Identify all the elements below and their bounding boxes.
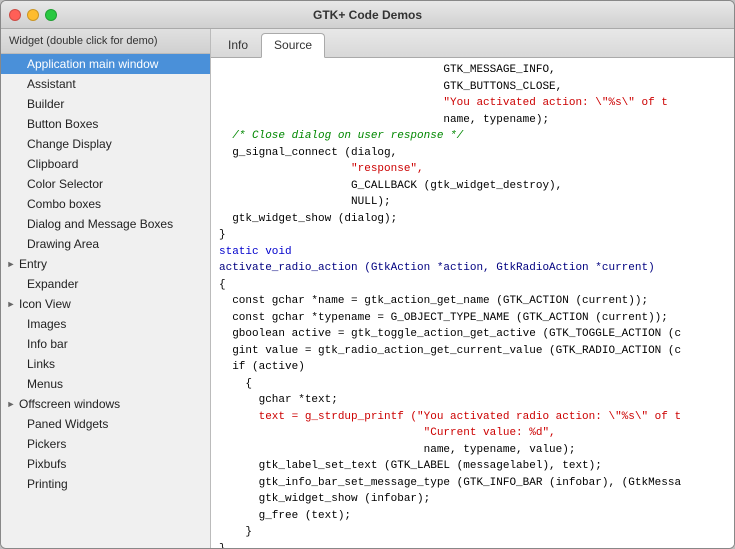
sidebar-item[interactable]: Change Display — [1, 134, 210, 154]
code-line: static void — [219, 244, 726, 261]
code-line: } — [219, 524, 726, 541]
sidebar-item[interactable]: ►Entry — [1, 254, 210, 274]
main-window: GTK+ Code Demos Widget (double click for… — [0, 0, 735, 549]
sidebar-item-label: Menus — [27, 377, 63, 391]
code-line: gchar *text; — [219, 392, 726, 409]
code-line: const gchar *name = gtk_action_get_name … — [219, 293, 726, 310]
code-line: NULL); — [219, 194, 726, 211]
sidebar-item[interactable]: Printing — [1, 474, 210, 494]
sidebar-item[interactable]: Menus — [1, 374, 210, 394]
code-line: g_free (text); — [219, 508, 726, 525]
sidebar-item[interactable]: ►Icon View — [1, 294, 210, 314]
sidebar-item-label: Application main window — [27, 57, 158, 71]
sidebar-item-label: Entry — [19, 257, 47, 271]
sidebar-item[interactable]: Images — [1, 314, 210, 334]
code-line: "Current value: %d", — [219, 425, 726, 442]
code-line: { — [219, 277, 726, 294]
sidebar-item[interactable]: Builder — [1, 94, 210, 114]
sidebar-list[interactable]: Application main window Assistant Builder B… — [1, 54, 210, 548]
sidebar-item-label: Expander — [27, 277, 78, 291]
sidebar-item[interactable]: Assistant — [1, 74, 210, 94]
maximize-button[interactable] — [45, 9, 57, 21]
sidebar-item-label: Assistant — [27, 77, 76, 91]
sidebar-item[interactable]: ►Offscreen windows — [1, 394, 210, 414]
sidebar-item[interactable]: Color Selector — [1, 174, 210, 194]
sidebar-item-label: Builder — [27, 97, 64, 111]
code-line: gtk_info_bar_set_message_type (GTK_INFO_… — [219, 475, 726, 492]
sidebar-item[interactable]: Dialog and Message Boxes — [1, 214, 210, 234]
content-area: Widget (double click for demo) Applicati… — [1, 29, 734, 548]
minimize-button[interactable] — [27, 9, 39, 21]
code-line: "response", — [219, 161, 726, 178]
triangle-icon: ► — [5, 298, 17, 310]
triangle-icon: ► — [5, 258, 17, 270]
triangle-icon: ► — [5, 398, 17, 410]
code-line: activate_radio_action (GtkAction *action… — [219, 260, 726, 277]
sidebar-item[interactable]: Combo boxes — [1, 194, 210, 214]
code-line: gint value = gtk_radio_action_get_curren… — [219, 343, 726, 360]
code-line: gtk_widget_show (infobar); — [219, 491, 726, 508]
sidebar-item-label: Printing — [27, 477, 68, 491]
sidebar-item-label: Offscreen windows — [19, 397, 120, 411]
code-line: if (active) — [219, 359, 726, 376]
sidebar: Widget (double click for demo) Applicati… — [1, 29, 211, 548]
sidebar-item-label: Clipboard — [27, 157, 78, 171]
sidebar-item-label: Pickers — [27, 437, 66, 451]
sidebar-item[interactable]: Clipboard — [1, 154, 210, 174]
tab-info[interactable]: Info — [215, 33, 261, 57]
code-line: G_CALLBACK (gtk_widget_destroy), — [219, 178, 726, 195]
code-line: GTK_BUTTONS_CLOSE, — [219, 79, 726, 96]
sidebar-item-label: Drawing Area — [27, 237, 99, 251]
tab-source[interactable]: Source — [261, 33, 325, 58]
sidebar-item[interactable]: Application main window — [1, 54, 210, 74]
sidebar-header: Widget (double click for demo) — [1, 29, 210, 54]
code-line: gboolean active = gtk_toggle_action_get_… — [219, 326, 726, 343]
code-line: /* Close dialog on user response */ — [219, 128, 726, 145]
sidebar-item-label: Button Boxes — [27, 117, 98, 131]
sidebar-item[interactable]: Expander — [1, 274, 210, 294]
close-button[interactable] — [9, 9, 21, 21]
window-title: GTK+ Code Demos — [313, 8, 422, 22]
code-area[interactable]: GTK_MESSAGE_INFO, GTK_BUTTONS_CLOSE, "Yo… — [211, 58, 734, 548]
tab-bar: InfoSource — [211, 29, 734, 58]
sidebar-item-label: Images — [27, 317, 66, 331]
code-line: gtk_widget_show (dialog); — [219, 211, 726, 228]
sidebar-item-label: Info bar — [27, 337, 68, 351]
titlebar: GTK+ Code Demos — [1, 1, 734, 29]
sidebar-item[interactable]: Drawing Area — [1, 234, 210, 254]
sidebar-header-label: Widget (double click for demo) — [9, 35, 158, 47]
code-line: g_signal_connect (dialog, — [219, 145, 726, 162]
traffic-lights — [9, 9, 57, 21]
sidebar-item-label: Dialog and Message Boxes — [27, 217, 173, 231]
sidebar-item[interactable]: Pixbufs — [1, 454, 210, 474]
sidebar-item[interactable]: Paned Widgets — [1, 414, 210, 434]
code-line: GTK_MESSAGE_INFO, — [219, 62, 726, 79]
code-line: } — [219, 541, 726, 549]
code-line: } — [219, 227, 726, 244]
sidebar-item[interactable]: Button Boxes — [1, 114, 210, 134]
sidebar-item-label: Paned Widgets — [27, 417, 108, 431]
code-line: text = g_strdup_printf ("You activated r… — [219, 409, 726, 426]
sidebar-item-label: Icon View — [19, 297, 71, 311]
code-line: name, typename); — [219, 112, 726, 129]
sidebar-item-label: Color Selector — [27, 177, 103, 191]
sidebar-item[interactable]: Links — [1, 354, 210, 374]
code-line: gtk_label_set_text (GTK_LABEL (messagela… — [219, 458, 726, 475]
sidebar-item-label: Pixbufs — [27, 457, 66, 471]
sidebar-item[interactable]: Info bar — [1, 334, 210, 354]
code-line: name, typename, value); — [219, 442, 726, 459]
code-line: const gchar *typename = G_OBJECT_TYPE_NA… — [219, 310, 726, 327]
code-line: { — [219, 376, 726, 393]
sidebar-item-label: Combo boxes — [27, 197, 101, 211]
sidebar-item-label: Links — [27, 357, 55, 371]
code-line: "You activated action: \"%s\" of t — [219, 95, 726, 112]
main-panel: InfoSource GTK_MESSAGE_INFO, GTK_BUTTONS… — [211, 29, 734, 548]
sidebar-item[interactable]: Pickers — [1, 434, 210, 454]
sidebar-item-label: Change Display — [27, 137, 112, 151]
